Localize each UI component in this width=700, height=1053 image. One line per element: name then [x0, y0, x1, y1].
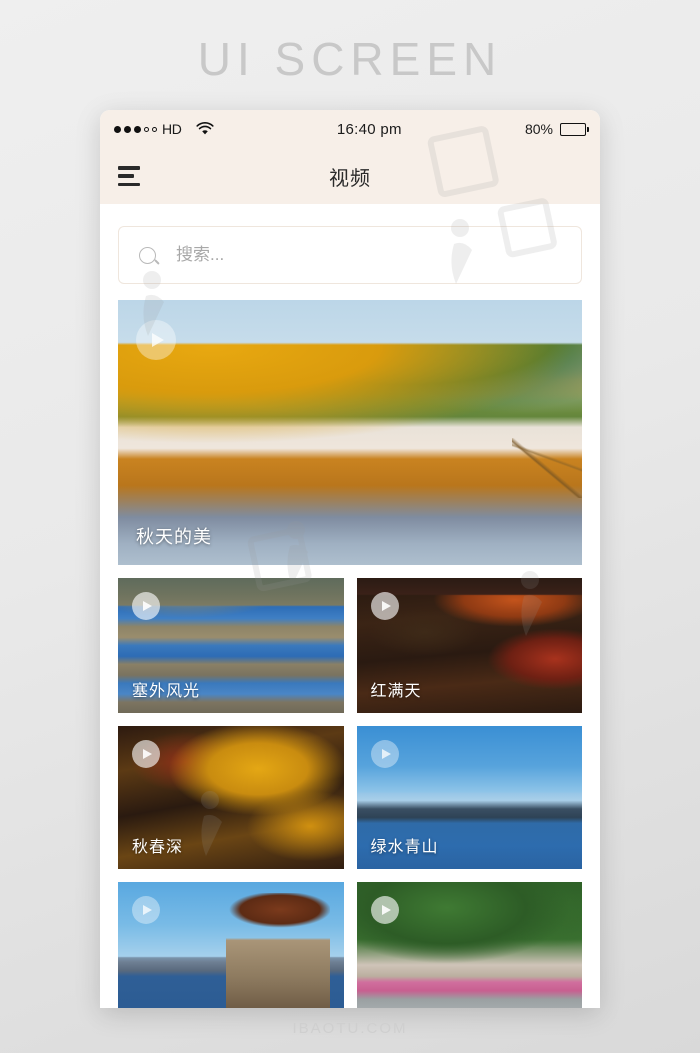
play-icon[interactable] [370, 592, 399, 620]
page-title: UI SCREEN [197, 33, 503, 85]
video-row: 秋天的美 [118, 300, 582, 565]
video-title: 绿水青山 [370, 839, 439, 856]
play-icon[interactable] [136, 320, 176, 360]
content-area: 秋天的美塞外风光 红满天秋春深 绿水青山 [100, 204, 600, 1008]
signal-dot [134, 125, 141, 133]
page-header-title: 视频 [329, 167, 371, 190]
wifi-icon [196, 122, 214, 136]
nav-bar: 视频 [100, 148, 600, 204]
phone-mockup: HD 16:40 pm 80% 视频 搜索... 秋天的美 塞外风光 红满天 秋… [100, 110, 600, 1008]
status-bar-right: 80% [524, 121, 589, 137]
play-triangle [381, 749, 391, 759]
signal-strength-icon: HD [114, 121, 182, 137]
play-icon[interactable] [370, 896, 399, 924]
video-card[interactable] [356, 882, 582, 1008]
search-bar[interactable] [118, 226, 582, 284]
play-triangle [143, 749, 152, 759]
video-card[interactable]: 秋春深 [118, 726, 344, 869]
play-triangle [381, 601, 391, 611]
video-title: 塞外风光 [132, 683, 201, 700]
signal-dot-empty [152, 126, 157, 132]
signal-dot-empty [144, 126, 149, 132]
video-grid: 秋天的美塞外风光 红满天秋春深 绿水青山 [118, 300, 582, 1008]
video-card[interactable]: 塞外风光 [118, 578, 344, 713]
video-title: 秋春深 [132, 839, 184, 856]
play-triangle [152, 333, 164, 347]
play-icon[interactable] [132, 592, 160, 620]
decor-pavilion [226, 893, 330, 1008]
search-input[interactable] [176, 245, 561, 265]
battery-percent-label: 80% [524, 121, 553, 137]
play-triangle [381, 905, 391, 915]
video-card[interactable]: 红满天 [356, 578, 582, 713]
video-row [118, 882, 582, 1008]
decor-branch [512, 437, 582, 498]
video-row: 塞外风光 红满天 [118, 578, 582, 713]
video-row: 秋春深 绿水青山 [118, 726, 582, 869]
play-icon[interactable] [132, 740, 160, 768]
video-card[interactable]: 秋天的美 [118, 300, 582, 565]
search-icon [139, 246, 156, 264]
signal-dot [124, 125, 131, 133]
video-card[interactable]: 绿水青山 [356, 726, 582, 869]
play-triangle [143, 601, 152, 611]
video-title: 秋天的美 [136, 527, 212, 547]
status-bar: HD 16:40 pm 80% [100, 110, 600, 148]
video-title: 红满天 [370, 683, 422, 700]
play-triangle [143, 905, 152, 915]
status-bar-clock: 16:40 pm [336, 120, 402, 138]
play-icon[interactable] [132, 896, 160, 924]
page-footer: IBAOTU.COM [292, 1020, 408, 1037]
signal-dot [114, 125, 121, 133]
status-bar-left: HD [114, 121, 214, 137]
carrier-label: HD [162, 121, 182, 137]
battery-icon [560, 122, 589, 136]
video-card[interactable] [118, 882, 344, 1008]
play-icon[interactable] [370, 740, 399, 768]
